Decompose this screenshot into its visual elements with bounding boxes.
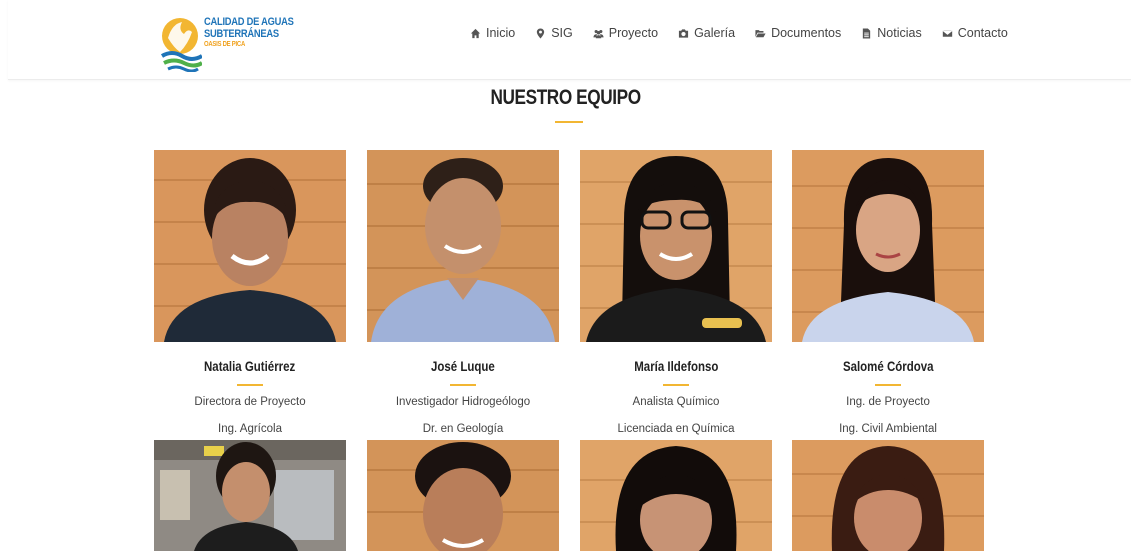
team-photo [580,150,772,342]
team-member-degree: Dr. en Geología [422,423,504,435]
team-photo [367,150,559,342]
nav-item-sig[interactable]: SIG [535,26,573,40]
logo-line-1: CALIDAD DE AGUAS [204,16,294,28]
section-title: NUESTRO EQUIPO [490,86,641,109]
team-member-degree: Licenciada en Química [617,423,735,435]
team-member-role: Ing. de Proyecto [846,396,930,408]
nav-item-documentos[interactable]: Documentos [755,26,841,40]
name-divider [450,384,476,386]
team-photo [154,440,346,551]
logo-text: CALIDAD DE AGUAS SUBTERRÁNEAS OASIS DE P… [204,16,309,49]
main-nav: Inicio SIG Proyecto Galería Documentos N… [470,26,1028,40]
file-text-icon [863,27,871,39]
nav-label: Inicio [486,26,516,40]
nav-item-inicio[interactable]: Inicio [470,26,515,40]
team-photo [792,440,984,551]
folder-open-icon [755,29,766,37]
logo-emblem-icon [160,18,202,72]
team-photo [154,150,346,342]
team-member-role: Investigador Hidrogeólogo [395,396,531,408]
name-divider [663,384,689,386]
team-photo [580,440,772,551]
nav-item-noticias[interactable]: Noticias [861,26,922,40]
nav-label: Proyecto [608,26,659,40]
portrait-image [154,440,346,551]
logo-line-3: OASIS DE PICA [204,41,245,48]
team-member-role: Directora de Proyecto [194,396,306,408]
portrait-image [367,440,559,551]
team-member-name: María Ildefonso [633,358,719,374]
title-divider [555,121,583,123]
site-header: CALIDAD DE AGUAS SUBTERRÁNEAS OASIS DE P… [8,0,1131,80]
nav-label: Contacto [957,26,1008,40]
team-member-degree: Ing. Civil Ambiental [839,423,937,435]
team-member-degree: Ing. Agrícola [218,423,282,435]
team-member-name: Natalia Gutiérrez [204,358,296,374]
site-logo[interactable]: CALIDAD DE AGUAS SUBTERRÁNEAS OASIS DE P… [158,14,298,76]
team-member-name: José Luque [431,358,495,374]
team-member-role: Analista Químico [632,396,720,408]
nav-label: SIG [551,26,573,40]
portrait-image [580,440,772,551]
envelope-icon [941,29,953,38]
home-icon [470,28,481,38]
portrait-image [792,150,984,342]
nav-label: Documentos [771,26,842,40]
camera-icon [678,28,689,38]
name-divider [237,384,263,386]
portrait-image [792,440,984,551]
nav-label: Galería [694,26,736,40]
nav-item-galeria[interactable]: Galería [678,26,735,40]
portrait-image [367,150,559,342]
team-photo [792,150,984,342]
nav-item-proyecto[interactable]: Proyecto [593,26,658,40]
logo-line-2: SUBTERRÁNEAS [204,28,279,40]
name-divider [875,384,901,386]
users-icon [593,29,604,38]
map-marker-icon [537,27,545,39]
portrait-image [580,150,772,342]
team-photo [367,440,559,551]
portrait-image [154,150,346,342]
nav-item-contacto[interactable]: Contacto [941,26,1008,40]
nav-label: Noticias [877,26,922,40]
team-member-name: Salomé Córdova [842,358,934,374]
